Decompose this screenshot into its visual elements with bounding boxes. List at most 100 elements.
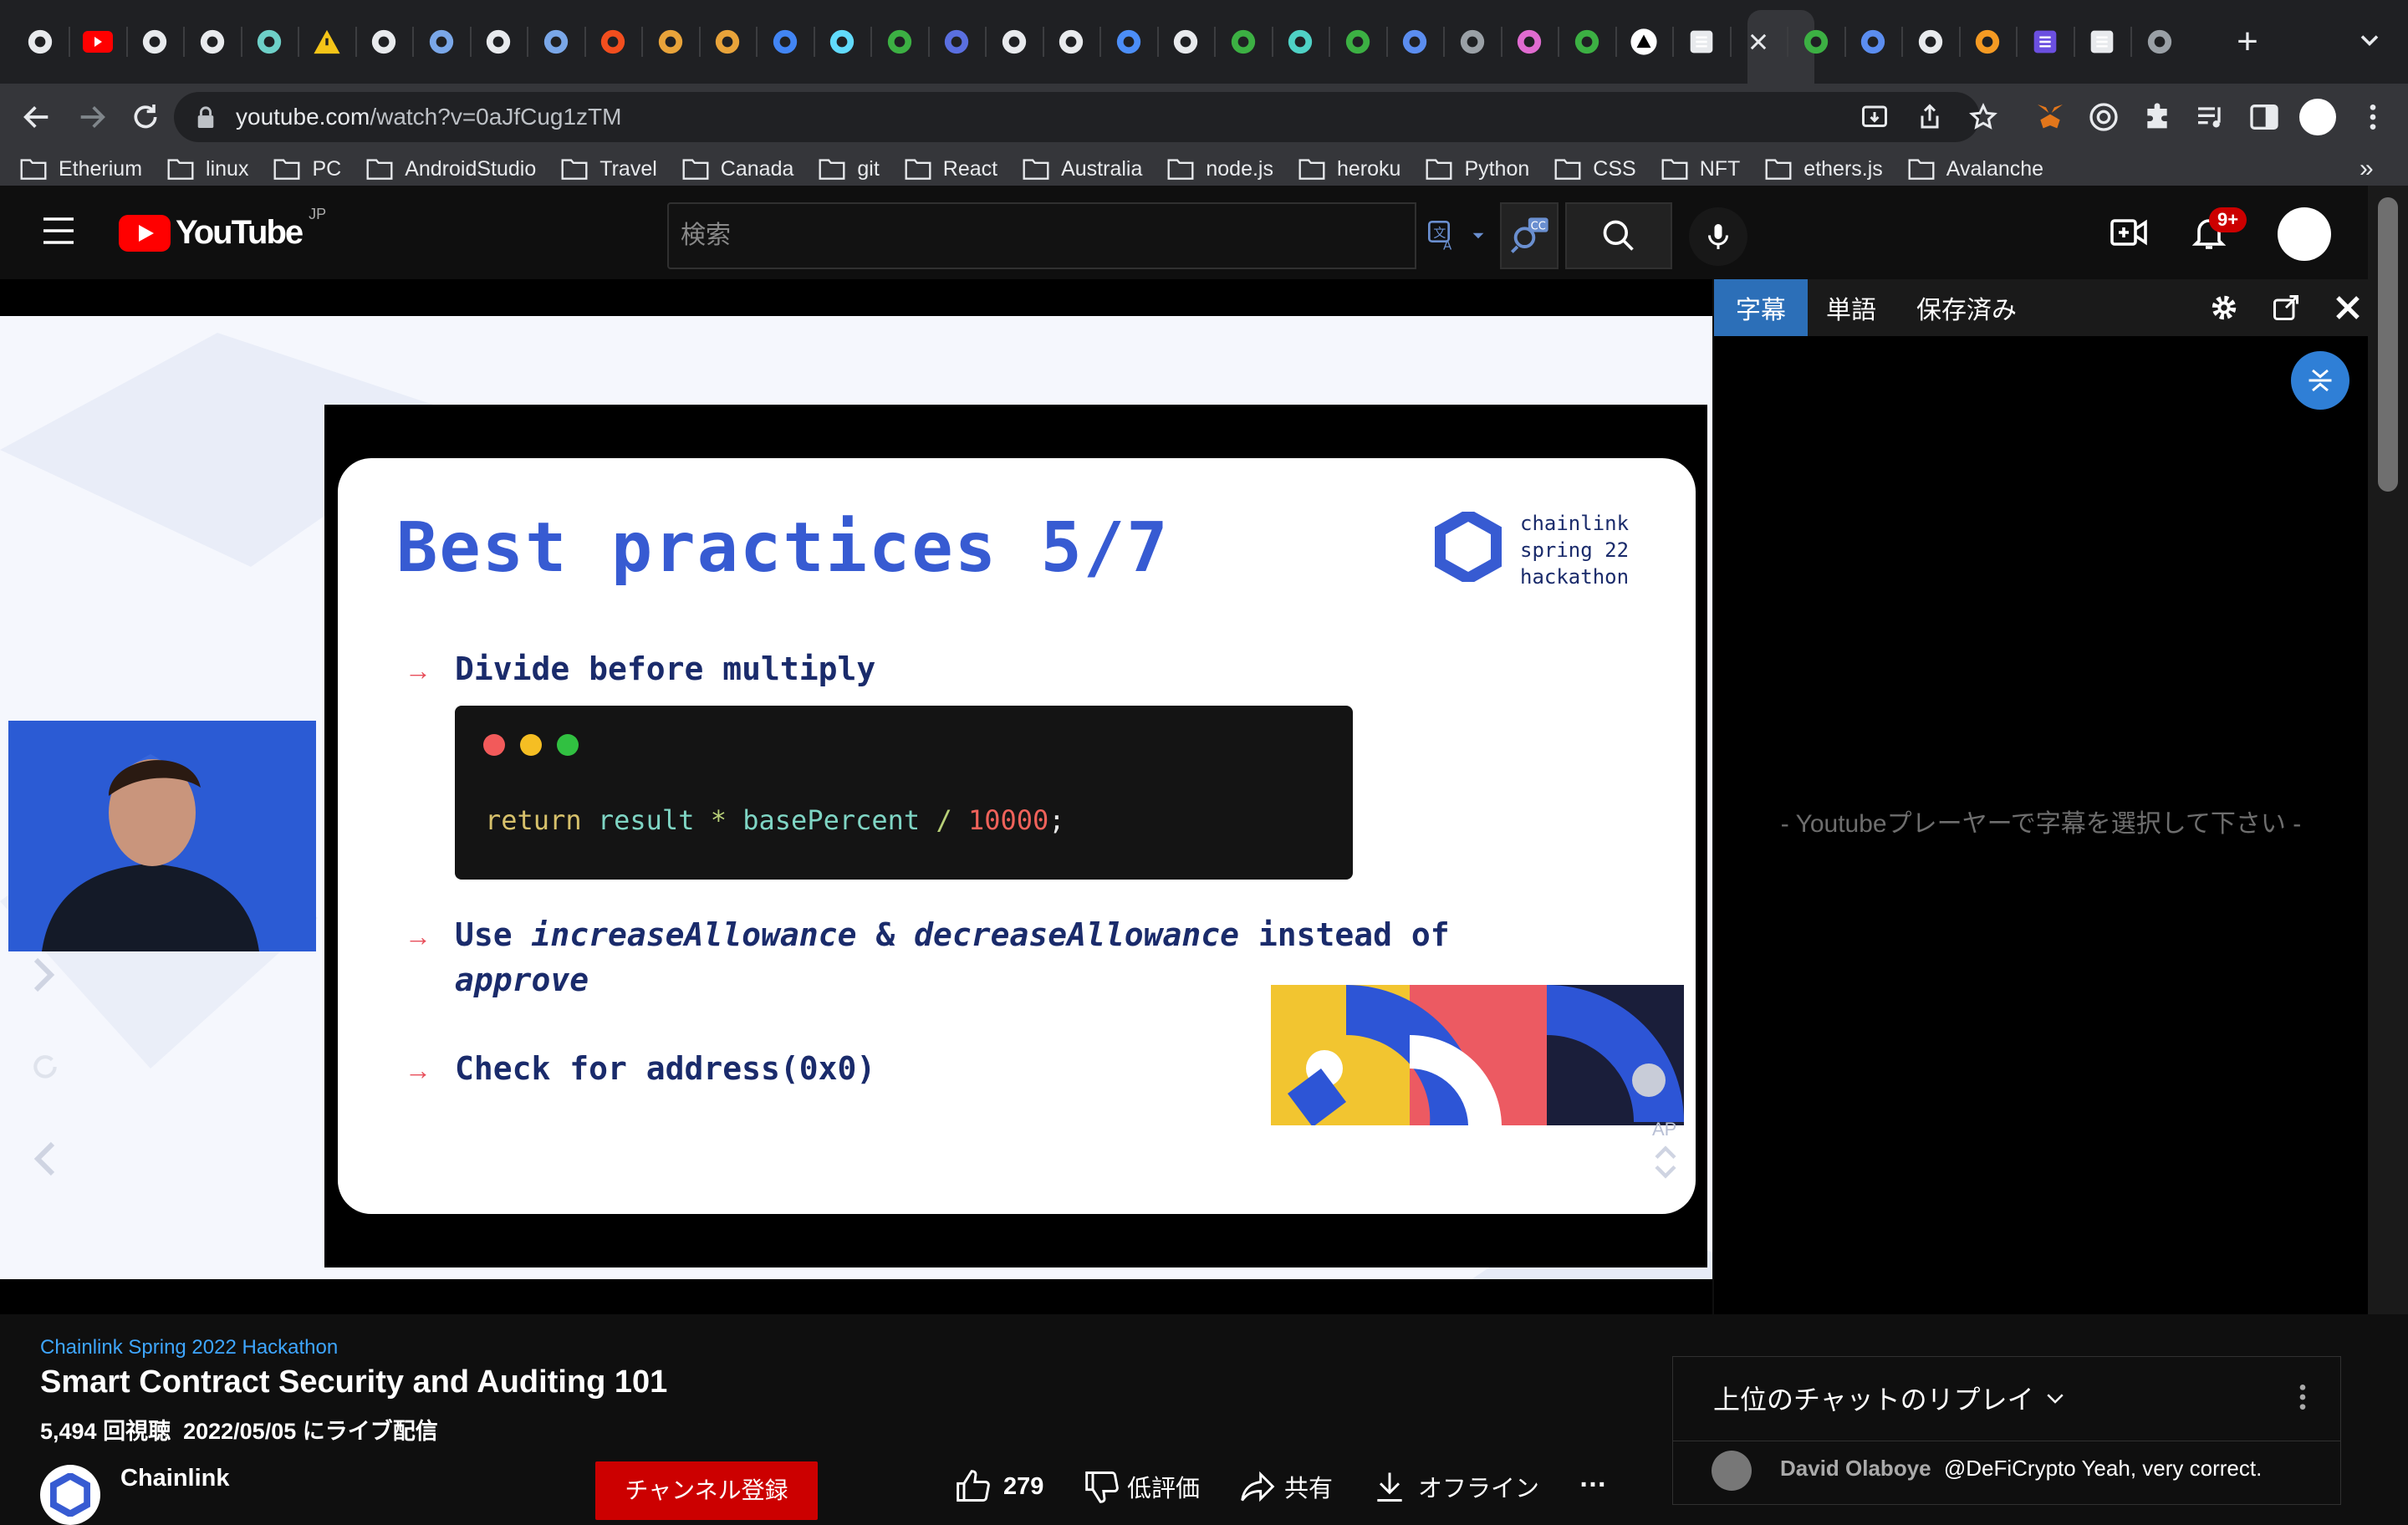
replay-icon[interactable] xyxy=(28,1050,62,1084)
dislike-button[interactable]: 低評価 xyxy=(1084,1468,1200,1505)
hamburger-menu-icon[interactable] xyxy=(42,216,75,246)
media-queue-icon[interactable] xyxy=(2194,100,2227,134)
tab-words[interactable]: 単語 xyxy=(1804,279,1898,336)
tab-moon-icon[interactable] xyxy=(933,18,980,65)
share-button[interactable]: 共有 xyxy=(1239,1468,1333,1505)
subscribe-button[interactable]: チャンネル登録 xyxy=(595,1461,818,1520)
bookmark-folder[interactable]: linux xyxy=(167,150,248,187)
tab-globe-icon[interactable] xyxy=(2136,18,2183,65)
lock-icon[interactable] xyxy=(196,106,216,128)
video-player[interactable]: Best practices 5/7 chainlink spring 22 hac… xyxy=(0,279,1712,1314)
video-frame[interactable]: Best practices 5/7 chainlink spring 22 hac… xyxy=(0,316,1712,1279)
bookmark-folder[interactable]: PC xyxy=(273,150,341,187)
voice-search-button[interactable] xyxy=(1689,207,1747,266)
tab-document-icon[interactable] xyxy=(1678,18,1725,65)
bookmark-star-icon[interactable] xyxy=(1968,102,1998,132)
address-bar[interactable]: youtube.com/watch?v=0aJfCug1zTM xyxy=(174,92,1997,142)
bookmark-folder[interactable]: heroku xyxy=(1298,150,1400,187)
back-icon[interactable] xyxy=(20,100,54,134)
collapse-button[interactable] xyxy=(2291,351,2349,410)
bookmark-folder[interactable]: React xyxy=(905,150,997,187)
bookmark-folder[interactable]: node.js xyxy=(1167,150,1273,187)
like-button[interactable]: 279 xyxy=(955,1468,1043,1505)
expand-icon[interactable] xyxy=(1650,1144,1681,1181)
install-app-icon[interactable] xyxy=(1860,102,1890,132)
tab-figma-icon[interactable] xyxy=(589,18,636,65)
tab-slash-icon[interactable] xyxy=(1391,18,1438,65)
chat-author-avatar[interactable] xyxy=(1712,1451,1752,1491)
bookmarks-overflow-button[interactable]: » xyxy=(2360,150,2374,187)
popout-icon[interactable] xyxy=(2271,293,2301,323)
forward-icon[interactable] xyxy=(75,100,109,134)
search-button[interactable] xyxy=(1565,202,1672,269)
tab-green-circle-icon[interactable] xyxy=(1220,18,1267,65)
tab-triangle-icon[interactable] xyxy=(1620,18,1667,65)
tab-warning-icon[interactable] xyxy=(304,18,350,65)
close-panel-icon[interactable] xyxy=(2333,293,2363,323)
tab-donut-icon[interactable] xyxy=(647,18,694,65)
bookmark-folder[interactable]: AndroidStudio xyxy=(366,150,536,187)
metamask-icon[interactable] xyxy=(2033,100,2067,134)
bookmark-folder[interactable]: CSS xyxy=(1554,150,1636,187)
tab-color-wheel-icon[interactable] xyxy=(1506,18,1553,65)
tab-close-icon[interactable] xyxy=(1735,18,1782,65)
search-box[interactable]: 文A xyxy=(667,202,1484,269)
create-video-icon[interactable] xyxy=(2109,212,2149,252)
tab-github-icon[interactable] xyxy=(189,18,236,65)
tab-slash-icon[interactable] xyxy=(1849,18,1896,65)
chat-header-dropdown[interactable]: 上位のチャットのリプレイ xyxy=(1713,1379,2068,1417)
bookmark-folder[interactable]: NFT xyxy=(1661,150,1740,187)
tab-green-circle-icon[interactable] xyxy=(876,18,923,65)
tab-green-circle-icon[interactable] xyxy=(1564,18,1610,65)
chrome-menu-icon[interactable] xyxy=(2356,100,2390,134)
tab-butterfly-icon[interactable] xyxy=(533,18,579,65)
tab-saved[interactable]: 保存済み xyxy=(1895,279,2038,336)
youtube-logo[interactable]: YouTube JP xyxy=(119,206,326,252)
new-tab-button[interactable]: + xyxy=(2224,18,2271,65)
reload-icon[interactable] xyxy=(129,100,162,134)
translate-dropdown-icon[interactable] xyxy=(1472,229,1485,242)
bookmark-folder[interactable]: Python xyxy=(1426,150,1529,187)
bookmark-folder[interactable]: Australia xyxy=(1023,150,1142,187)
account-avatar[interactable] xyxy=(2278,207,2331,261)
extension-target-icon[interactable] xyxy=(2087,100,2120,134)
tab-green-circle-icon[interactable] xyxy=(1793,18,1839,65)
tab-codesandbox-icon[interactable] xyxy=(131,18,178,65)
offline-download-button[interactable]: オフライン xyxy=(1371,1468,1539,1505)
caption-search-button[interactable]: CC xyxy=(1500,202,1559,269)
tab-avalanche-icon[interactable] xyxy=(246,18,293,65)
next-arrow-icon[interactable] xyxy=(28,955,59,995)
page-scrollbar[interactable] xyxy=(2368,186,2408,1314)
previous-arrow-icon[interactable] xyxy=(30,1139,60,1179)
tab-notion-icon[interactable] xyxy=(1048,18,1094,65)
channel-name[interactable]: Chainlink xyxy=(120,1465,230,1492)
bookmark-folder[interactable]: ethers.js xyxy=(1765,150,1883,187)
tab-github-icon[interactable] xyxy=(17,18,64,65)
tab-notes-icon[interactable] xyxy=(360,18,407,65)
share-page-icon[interactable] xyxy=(1915,102,1945,132)
tab-google-icon[interactable] xyxy=(762,18,809,65)
bookmark-folder[interactable]: Etherium xyxy=(20,150,142,187)
side-panel-icon[interactable] xyxy=(2247,100,2281,134)
tab-green-circle-icon[interactable] xyxy=(1334,18,1381,65)
bookmark-folder[interactable]: Canada xyxy=(682,150,793,187)
tab-butterfly-icon[interactable] xyxy=(418,18,465,65)
channel-avatar[interactable] xyxy=(40,1465,100,1525)
profile-avatar[interactable] xyxy=(2299,99,2336,135)
tab-github-icon[interactable] xyxy=(1907,18,1954,65)
playlist-link[interactable]: Chainlink Spring 2022 Hackathon xyxy=(40,1336,338,1359)
tab-list-icon[interactable] xyxy=(2022,18,2069,65)
more-actions-button[interactable]: … xyxy=(1579,1461,1607,1494)
chat-menu-icon[interactable] xyxy=(2290,1380,2315,1414)
tab-donut-icon[interactable] xyxy=(704,18,751,65)
tab-github-icon[interactable] xyxy=(991,18,1038,65)
tab-compass-icon[interactable] xyxy=(1105,18,1152,65)
tab-subtitles[interactable]: 字幕 xyxy=(1714,279,1808,336)
search-input[interactable] xyxy=(669,204,1405,268)
tab-search-icon[interactable] xyxy=(2354,25,2385,55)
tab-chrome-icon[interactable] xyxy=(1162,18,1209,65)
bookmark-folder[interactable]: git xyxy=(819,150,880,187)
tab-chrome-icon[interactable] xyxy=(475,18,522,65)
tab-react-icon[interactable] xyxy=(819,18,865,65)
tab-image-icon[interactable] xyxy=(2079,18,2125,65)
